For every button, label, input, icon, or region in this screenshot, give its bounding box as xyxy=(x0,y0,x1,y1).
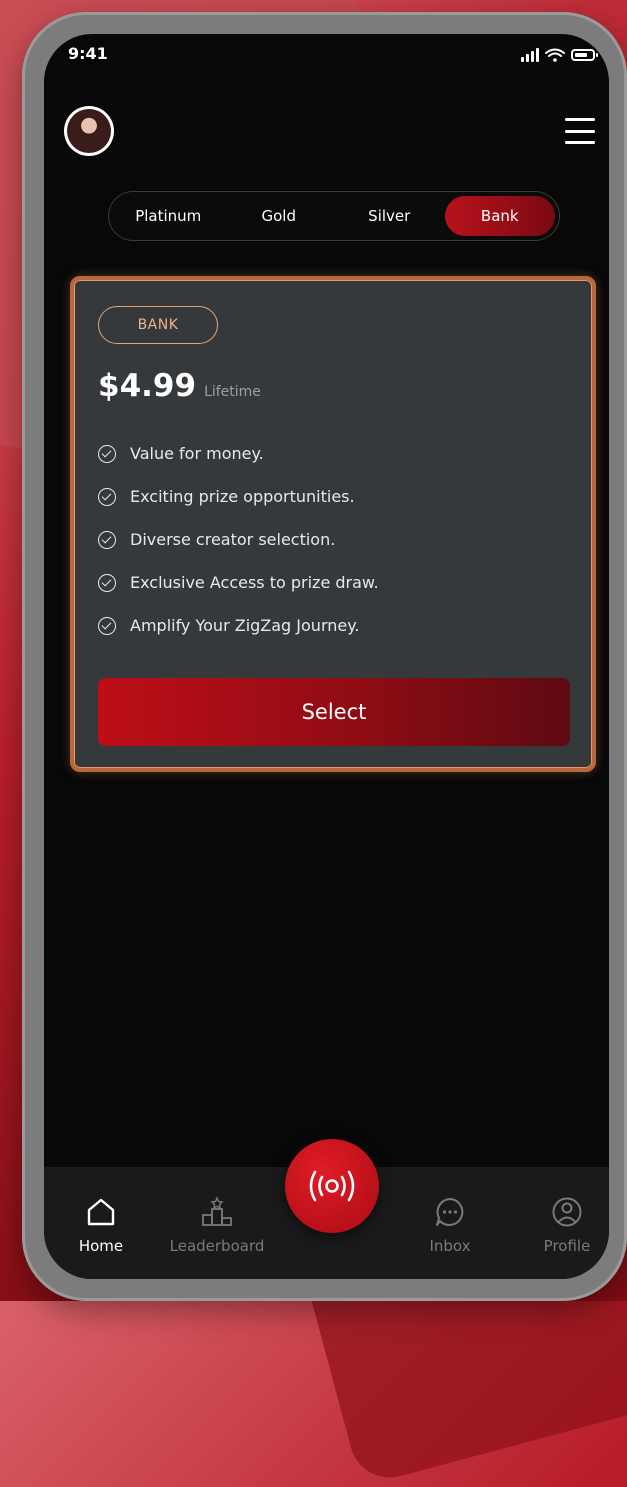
feature-item: Value for money. xyxy=(98,432,379,475)
app-screen: 9:41 Platinum Gold Silver Bank BANK $4.9… xyxy=(44,34,609,1279)
plan-badge: BANK xyxy=(98,306,218,344)
feature-text: Exclusive Access to prize draw. xyxy=(130,573,379,592)
broadcast-icon xyxy=(309,1170,355,1202)
status-time: 9:41 xyxy=(68,44,108,63)
home-icon xyxy=(87,1198,115,1226)
feature-item: Diverse creator selection. xyxy=(98,518,379,561)
plan-card: BANK $4.99 Lifetime Value for money. Exc… xyxy=(70,276,596,772)
avatar-image xyxy=(67,109,111,153)
tab-bank[interactable]: Bank xyxy=(444,196,555,236)
nav-profile-label: Profile xyxy=(543,1237,591,1255)
avatar[interactable] xyxy=(64,106,114,156)
feature-text: Diverse creator selection. xyxy=(130,530,336,549)
tab-silver[interactable]: Silver xyxy=(334,196,445,236)
nav-home-label: Home xyxy=(78,1237,124,1255)
feature-item: Amplify Your ZigZag Journey. xyxy=(98,604,379,647)
nav-inbox[interactable]: Inbox xyxy=(395,1195,505,1255)
check-circle-icon xyxy=(98,530,116,549)
feature-text: Amplify Your ZigZag Journey. xyxy=(130,616,360,635)
nav-home[interactable]: Home xyxy=(46,1195,156,1255)
select-button[interactable]: Select xyxy=(98,678,570,746)
nav-leaderboard-label: Leaderboard xyxy=(169,1237,265,1255)
tab-platinum[interactable]: Platinum xyxy=(113,196,224,236)
nav-inbox-label: Inbox xyxy=(429,1237,471,1255)
feature-text: Value for money. xyxy=(130,444,264,463)
nav-leaderboard[interactable]: Leaderboard xyxy=(162,1195,272,1255)
phone-frame: 9:41 Platinum Gold Silver Bank BANK $4.9… xyxy=(22,12,627,1301)
live-broadcast-button[interactable] xyxy=(285,1139,379,1233)
price-period: Lifetime xyxy=(204,384,261,400)
check-circle-icon xyxy=(98,573,116,592)
nav-profile[interactable]: Profile xyxy=(512,1195,609,1255)
status-icons xyxy=(521,48,598,62)
plan-price: $4.99 Lifetime xyxy=(98,368,261,404)
check-circle-icon xyxy=(98,444,116,463)
signal-icon xyxy=(521,48,539,62)
feature-item: Exclusive Access to prize draw. xyxy=(98,561,379,604)
feature-item: Exciting prize opportunities. xyxy=(98,475,379,518)
check-circle-icon xyxy=(98,487,116,506)
price-amount: $4.99 xyxy=(98,368,197,404)
plan-tabs: Platinum Gold Silver Bank xyxy=(108,191,560,241)
feature-list: Value for money. Exciting prize opportun… xyxy=(98,432,379,647)
check-circle-icon xyxy=(98,616,116,635)
user-circle-icon xyxy=(552,1197,582,1227)
status-bar: 9:41 xyxy=(44,34,609,78)
hamburger-menu-icon[interactable] xyxy=(565,118,595,144)
feature-text: Exciting prize opportunities. xyxy=(130,487,355,506)
wifi-icon xyxy=(545,48,565,62)
chat-bubble-icon xyxy=(436,1198,464,1226)
battery-icon xyxy=(571,49,598,61)
podium-icon xyxy=(202,1196,232,1226)
tab-gold[interactable]: Gold xyxy=(224,196,335,236)
